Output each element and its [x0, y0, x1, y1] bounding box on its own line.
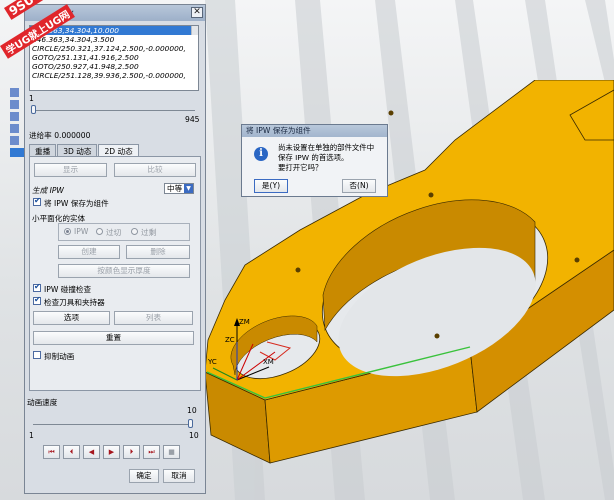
2d-dynamic-panel: 显示 比较 生成 IPW 中等 ▼ 将 IPW 保存为组件 小平面化的实体 IP… [29, 156, 201, 391]
radio-ipw-label: IPW [74, 227, 89, 236]
info-icon: i [254, 147, 268, 161]
step-slider-min: 1 [29, 94, 34, 103]
animation-speed-label: 动画速度 [27, 398, 58, 407]
save-ipw-checkbox[interactable] [33, 196, 41, 206]
zc-axis-label: ZC [225, 336, 235, 344]
nav-node-icon[interactable] [10, 100, 19, 109]
navigator-strip [0, 85, 24, 175]
step-slider-max: 945 [185, 115, 200, 124]
collision-check-label: IPW 碰撞检查 [44, 285, 92, 294]
step-forward-icon[interactable]: ⏵ [123, 445, 140, 459]
feed-rate-label: 进给率 0.000000 [29, 131, 91, 140]
animation-speed-slider[interactable] [33, 424, 193, 425]
watermark-logo: 9SUG 学UG就上UG网 [0, 0, 80, 62]
save-ipw-prompt-dialog: 将 IPW 保存为组件 i 尚未设置在单独的部件文件中 保存 IPW 的首选项。… [241, 124, 388, 197]
suppress-animation-checkbox[interactable] [33, 351, 41, 359]
nav-node-icon[interactable] [10, 124, 19, 133]
step-back-icon[interactable]: ⏴ [63, 445, 80, 459]
list-item[interactable]: CIRCLE/251.128,39.936,2.500,-0.000000, [30, 71, 198, 80]
list-scrollbar[interactable] [191, 26, 198, 35]
watermark-line1: 9SUG [4, 0, 48, 20]
yc-axis-label: YC [207, 358, 217, 366]
compare-button[interactable]: 比较 [114, 163, 196, 177]
step-slider-thumb[interactable] [31, 105, 36, 114]
check-tool-holder-label: 检查刀具和夹持器 [44, 298, 105, 307]
step-slider[interactable] [33, 110, 195, 111]
thickness-color-button[interactable]: 按颜色显示厚度 [58, 264, 190, 278]
list-button[interactable]: 列表 [114, 311, 193, 325]
animation-speed-thumb[interactable] [188, 419, 193, 428]
radio-overcut[interactable] [131, 228, 138, 235]
save-ipw-label: 将 IPW 保存为组件 [44, 199, 109, 208]
nav-node-icon[interactable] [10, 112, 19, 121]
prompt-line: 尚未设置在单独的部件文件中 [278, 143, 375, 152]
close-icon[interactable]: ✕ [191, 7, 203, 18]
radio-undercut-label: 过切 [106, 228, 122, 237]
delete-button[interactable]: 删除 [126, 245, 190, 259]
radio-ipw[interactable] [64, 228, 71, 235]
reset-button[interactable]: 重置 [33, 331, 194, 345]
cancel-button[interactable]: 取消 [163, 469, 195, 483]
yes-button[interactable]: 是(Y) [254, 179, 288, 193]
tab-2d-dynamic[interactable]: 2D 动态 [98, 144, 139, 156]
radio-undercut[interactable] [96, 228, 103, 235]
generate-ipw-label: 生成 IPW [32, 186, 64, 195]
go-to-start-icon[interactable]: ⏮ [43, 445, 60, 459]
ipw-resolution-select[interactable]: 中等 ▼ [164, 183, 194, 194]
xm-axis-label: XM [263, 358, 274, 366]
prompt-line: 保存 IPW 的首选项。 [278, 153, 349, 162]
nav-node-icon[interactable] [10, 136, 19, 145]
check-tool-holder-checkbox[interactable] [33, 295, 41, 305]
play-backward-icon[interactable]: ◀ [83, 445, 100, 459]
collision-check-checkbox[interactable] [33, 282, 41, 292]
prompt-message: 尚未设置在单独的部件文件中 保存 IPW 的首选项。 要打开它吗？ [278, 143, 384, 173]
ok-button[interactable]: 确定 [129, 469, 159, 483]
animation-speed-min: 1 [29, 431, 34, 440]
zm-axis-label: ZM [239, 318, 250, 326]
list-item[interactable]: GOTO/250.927,41.948,2.500 [30, 62, 198, 71]
mode-tabs: 重播 3D 动态 2D 动态 [29, 144, 140, 156]
toolpath-visualization-dialog: 化 ✕ 246.363,34.304,10.000 246.363,34.304… [24, 4, 206, 494]
no-button[interactable]: 否(N) [342, 179, 376, 193]
go-to-end-icon[interactable]: ⏭ [143, 445, 160, 459]
display-button[interactable]: 显示 [34, 163, 107, 177]
stop-icon[interactable]: ■ [163, 445, 180, 459]
create-button[interactable]: 创建 [58, 245, 120, 259]
radio-overcut-label: 过剩 [141, 228, 157, 237]
options-button[interactable]: 选项 [33, 311, 110, 325]
ipw-resolution-value: 中等 [167, 184, 183, 193]
coordinate-axes: ZM XM ZC YC [207, 318, 276, 381]
prompt-line: 要打开它吗？ [278, 163, 323, 172]
nav-node-icon[interactable] [10, 88, 19, 97]
suppress-animation-label: 抑制动画 [44, 352, 75, 361]
tab-3d-dynamic[interactable]: 3D 动态 [57, 144, 98, 156]
prompt-title[interactable]: 将 IPW 保存为组件 [242, 125, 387, 137]
animation-speed-value: 10 [187, 406, 197, 415]
chevron-down-icon[interactable]: ▼ [184, 184, 193, 193]
play-forward-icon[interactable]: ▶ [103, 445, 120, 459]
tab-replay[interactable]: 重播 [29, 144, 57, 156]
nav-node-icon[interactable] [10, 148, 24, 157]
animation-speed-max: 10 [189, 431, 199, 440]
